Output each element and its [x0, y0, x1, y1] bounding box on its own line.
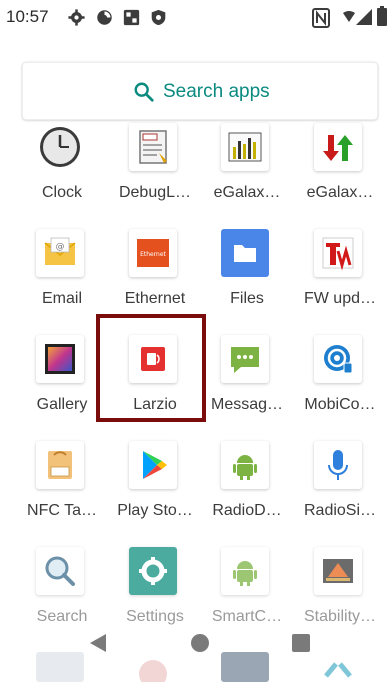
mobicontrol-icon	[324, 345, 353, 374]
app-label: FW upd…	[303, 290, 376, 307]
home-icon[interactable]	[191, 634, 209, 652]
android-icon	[233, 561, 257, 586]
app-files[interactable]: Files	[201, 229, 293, 329]
debug-log-icon	[139, 130, 167, 164]
app-label: eGalax…	[306, 184, 374, 201]
app-settings[interactable]: Settings	[109, 547, 201, 647]
battery-icon	[377, 6, 387, 26]
back-icon[interactable]	[88, 632, 108, 654]
app-mobicontrol[interactable]: MobiCo…	[294, 335, 386, 435]
app-email[interactable]: @ Email	[16, 229, 108, 329]
app-egalax-2[interactable]: eGalax…	[294, 123, 386, 223]
status-bar: 10:57	[0, 0, 392, 36]
android-icon	[233, 455, 257, 480]
signal-icon	[356, 9, 372, 25]
app-messages[interactable]: Messag…	[201, 335, 293, 435]
app-egalax-1[interactable]: eGalax…	[201, 123, 293, 223]
partial-app-icon	[314, 652, 362, 682]
search-icon	[134, 82, 154, 102]
email-icon: @	[44, 237, 76, 265]
partial-app-icon	[221, 652, 269, 682]
play-store-icon	[143, 451, 167, 479]
nfc-tag-icon	[48, 451, 72, 479]
screenshot-icon	[123, 9, 140, 26]
app-label: Clock	[41, 184, 82, 201]
data-saver-icon	[97, 10, 112, 25]
app-label: Stability…	[303, 608, 377, 625]
app-label: RadioD…	[212, 502, 282, 519]
app-label: MobiCo…	[304, 396, 376, 413]
search-apps-label: Search apps	[163, 81, 270, 102]
app-label: Play Sto…	[117, 502, 193, 519]
app-label: DebugL…	[118, 184, 192, 201]
gear-icon	[139, 557, 167, 585]
app-radiod[interactable]: RadioD…	[201, 441, 293, 541]
app-label: Gallery	[36, 396, 88, 413]
status-time: 10:57	[6, 7, 49, 26]
shield-icon	[151, 9, 166, 26]
settings-icon	[68, 9, 85, 26]
svg-text:Ethernet: Ethernet	[140, 251, 166, 258]
microphone-icon	[328, 450, 348, 480]
partial-app-icon	[36, 652, 84, 682]
partial-app-icon	[129, 652, 177, 687]
app-debuglog[interactable]: DebugL…	[109, 123, 201, 223]
messages-icon	[231, 347, 259, 373]
app-label: Files	[230, 290, 264, 307]
app-fw-update[interactable]: FW upd…	[294, 229, 386, 329]
app-stability[interactable]: Stability…	[294, 547, 386, 647]
folder-icon	[234, 245, 256, 262]
wifi-icon	[343, 11, 355, 22]
gallery-icon	[45, 344, 75, 374]
app-label: eGalax…	[213, 184, 281, 201]
app-nfc-tag[interactable]: NFC Ta…	[16, 441, 108, 541]
app-label: Settings	[126, 608, 184, 625]
larzio-highlight-box	[96, 314, 206, 422]
magnifier-icon	[45, 556, 75, 586]
fw-update-icon	[322, 237, 354, 271]
app-radiosi[interactable]: RadioSi…	[294, 441, 386, 541]
app-play-store[interactable]: Play Sto…	[109, 441, 201, 541]
app-smartc[interactable]: SmartC…	[201, 547, 293, 647]
clock-icon	[40, 127, 80, 167]
app-label: Messag…	[210, 396, 284, 413]
egalax-arrows-icon	[323, 135, 353, 161]
app-label: Search	[36, 608, 88, 625]
stability-icon	[323, 559, 353, 583]
app-label: NFC Ta…	[27, 502, 97, 519]
app-label: Ethernet	[124, 290, 186, 307]
ethernet-icon: Ethernet	[137, 239, 169, 267]
app-label: RadioSi…	[303, 502, 377, 519]
svg-text:@: @	[56, 242, 65, 252]
nfc-icon	[312, 8, 330, 28]
search-apps-bar[interactable]: Search apps	[22, 62, 378, 120]
app-gallery[interactable]: Gallery	[16, 335, 108, 435]
app-label: Email	[41, 290, 82, 307]
app-label: SmartC…	[211, 608, 283, 625]
egalax-chart-icon	[228, 132, 262, 162]
app-clock[interactable]: Clock	[16, 123, 108, 223]
recents-icon[interactable]	[292, 634, 310, 652]
